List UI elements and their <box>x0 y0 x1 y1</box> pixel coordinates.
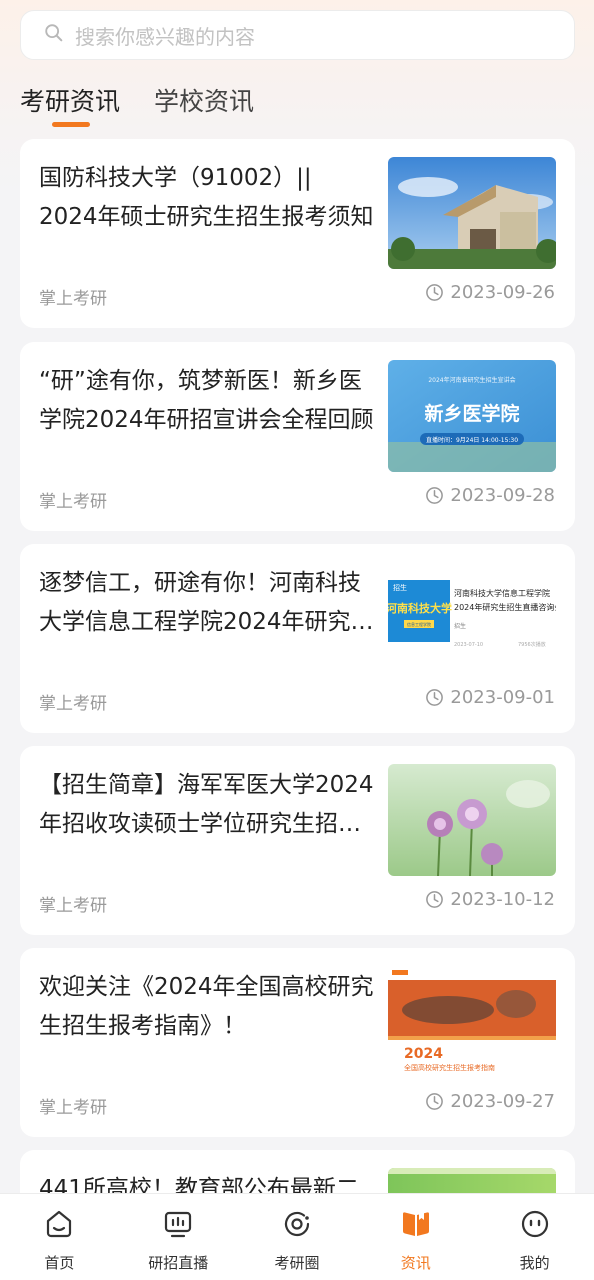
svg-text:招生: 招生 <box>393 583 407 592</box>
search-placeholder: 搜索你感兴趣的内容 <box>75 24 255 49</box>
article-title: “研”途有你，筑梦新医！新乡医学院2024年研招宣讲会全程回顾 <box>39 368 374 433</box>
nav-community[interactable]: 考研圈 <box>238 1194 357 1280</box>
tab-school-news[interactable]: 学校资讯 <box>154 82 254 126</box>
community-circle-icon <box>281 1208 313 1244</box>
article-card[interactable]: 欢迎关注《2024年全国高校研究生招生报考指南》！ 2024 全国高校研究生招生… <box>20 948 575 1137</box>
tab-label: 学校资讯 <box>154 87 255 116</box>
article-source: 掌上考研 <box>39 492 107 512</box>
clock-icon <box>426 487 444 504</box>
tab-label: 考研资讯 <box>20 87 121 116</box>
article-thumbnail: 招生 河南科技大学 信息工程学院 河南科技大学信息工程学院 2024年研究生招生… <box>388 562 556 674</box>
article-card[interactable]: “研”途有你，筑梦新医！新乡医学院2024年研招宣讲会全程回顾 2024年河南省… <box>20 342 575 531</box>
nav-label: 我的 <box>519 1254 550 1272</box>
clock-icon <box>426 689 444 706</box>
article-title: 欢迎关注《2024年全国高校研究生招生报考指南》！ <box>39 974 374 1039</box>
svg-text:2023-07-10: 2023-07-10 <box>454 642 483 648</box>
svg-text:2024年研究生招生直播咨询会: 2024年研究生招生直播咨询会 <box>454 602 556 612</box>
tab-kaoyan-news[interactable]: 考研资讯 <box>20 82 121 127</box>
svg-text:2024年河南省研究生招生宣讲会: 2024年河南省研究生招生宣讲会 <box>428 376 515 384</box>
news-page: 搜索你感兴趣的内容 考研资讯 学校资讯 国防科技大学（91002）|| 2024… <box>0 0 594 1280</box>
nav-news[interactable]: 资讯 <box>356 1194 475 1280</box>
search-icon <box>43 22 65 48</box>
nav-label: 考研圈 <box>274 1254 320 1272</box>
svg-text:信息工程学院: 信息工程学院 <box>407 621 431 627</box>
nav-home[interactable]: 首页 <box>0 1194 119 1280</box>
svg-text:2024: 2024 <box>404 1046 443 1062</box>
article-date: 2023-09-27 <box>425 1091 555 1112</box>
clock-icon <box>426 891 444 908</box>
bottom-nav: 首页 研招直播 考研圈 资讯 我的 <box>0 1193 594 1280</box>
article-title: 国防科技大学（91002）|| 2024年硕士研究生招生报考须知 <box>39 165 374 230</box>
svg-text:直播时间：9月24日 14:00-15:30: 直播时间：9月24日 14:00-15:30 <box>426 436 518 444</box>
article-date: 2023-10-12 <box>425 889 555 910</box>
nav-live[interactable]: 研招直播 <box>119 1194 238 1280</box>
article-thumbnail: 2024年河南省研究生招生宣讲会 新乡医学院 直播时间：9月24日 14:00-… <box>388 360 556 472</box>
nav-label: 研招直播 <box>148 1254 209 1272</box>
article-card[interactable]: 【招生简章】海军军医大学2024年招收攻读硕士学位研究生招生简章 掌上考研 20… <box>20 746 575 935</box>
article-source: 掌上考研 <box>39 1098 107 1118</box>
nav-profile[interactable]: 我的 <box>475 1194 594 1280</box>
clock-icon <box>426 284 444 301</box>
article-title: 逐梦信工，研途有你！河南科技大学信息工程学院2024年研究生招生直播 <box>39 570 374 635</box>
home-icon <box>43 1208 75 1244</box>
article-card[interactable]: 国防科技大学（91002）|| 2024年硕士研究生招生报考须知 掌上考研 20… <box>20 139 575 328</box>
svg-text:全国高校研究生招生报考指南: 全国高校研究生招生报考指南 <box>404 1063 495 1072</box>
article-date: 2023-09-01 <box>425 687 555 708</box>
article-source: 掌上考研 <box>39 896 107 916</box>
article-thumbnail: 2024 全国高校研究生招生报考指南 <box>388 966 556 1078</box>
live-tv-icon <box>162 1208 194 1244</box>
article-date: 2023-09-28 <box>425 485 555 506</box>
search-bar[interactable]: 搜索你感兴趣的内容 <box>20 10 575 60</box>
category-tabs: 考研资讯 学校资讯 <box>20 82 288 127</box>
svg-text:河南科技大学: 河南科技大学 <box>388 601 452 615</box>
article-thumbnail <box>388 157 556 269</box>
article-date: 2023-09-26 <box>425 282 555 303</box>
svg-text:新乡医学院: 新乡医学院 <box>424 402 519 425</box>
article-thumbnail <box>388 764 556 876</box>
profile-face-icon <box>519 1208 551 1244</box>
article-source: 掌上考研 <box>39 289 107 309</box>
clock-icon <box>426 1093 444 1110</box>
active-tab-indicator <box>52 122 90 127</box>
article-title: 【招生简章】海军军医大学2024年招收攻读硕士学位研究生招生简章 <box>39 772 374 837</box>
nav-label: 首页 <box>44 1254 75 1272</box>
news-book-icon <box>400 1208 432 1244</box>
svg-text:招生: 招生 <box>454 622 466 630</box>
svg-text:河南科技大学信息工程学院: 河南科技大学信息工程学院 <box>454 588 550 598</box>
article-source: 掌上考研 <box>39 694 107 714</box>
svg-text:7956次播放: 7956次播放 <box>518 641 546 648</box>
nav-label: 资讯 <box>400 1254 431 1272</box>
article-card[interactable]: 逐梦信工，研途有你！河南科技大学信息工程学院2024年研究生招生直播 招生 河南… <box>20 544 575 733</box>
